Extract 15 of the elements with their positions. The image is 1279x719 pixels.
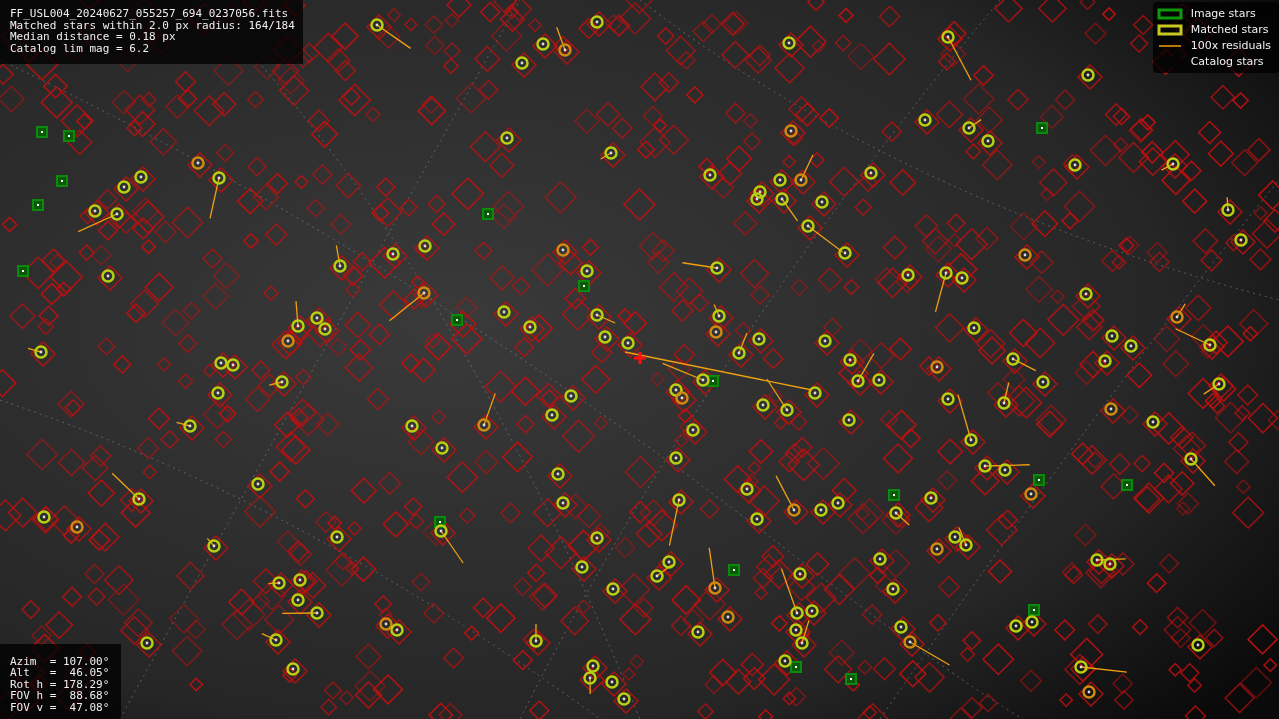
pointing-text: FOV h = 88.68° xyxy=(10,690,110,702)
legend-label: Image stars xyxy=(1190,6,1256,21)
legend-label: Matched stars xyxy=(1190,22,1269,37)
matched-stars-swatch-icon xyxy=(1156,23,1183,36)
pointing-text: Azim = 107.00° xyxy=(10,655,110,667)
image-stars-swatch-icon xyxy=(1156,7,1183,20)
info-text: Median distance = 0.18 px xyxy=(10,31,176,43)
info-text: FF_USL004_20240627_055257_694_0237056.fits xyxy=(10,8,290,20)
pointing-text: Alt = 46.05° xyxy=(10,667,110,679)
info-text: Matched stars within 2.0 px radius: 164/184 xyxy=(10,19,295,31)
legend-label: 100x residuals xyxy=(1190,38,1271,53)
pointing-text: FOV v = 47.08° xyxy=(10,701,110,713)
legend-label: Catalog stars xyxy=(1190,54,1264,69)
info-text: Catalog lim mag = 6.2 xyxy=(10,42,151,54)
pointing-text: Rot h = 178.29° xyxy=(10,678,110,690)
